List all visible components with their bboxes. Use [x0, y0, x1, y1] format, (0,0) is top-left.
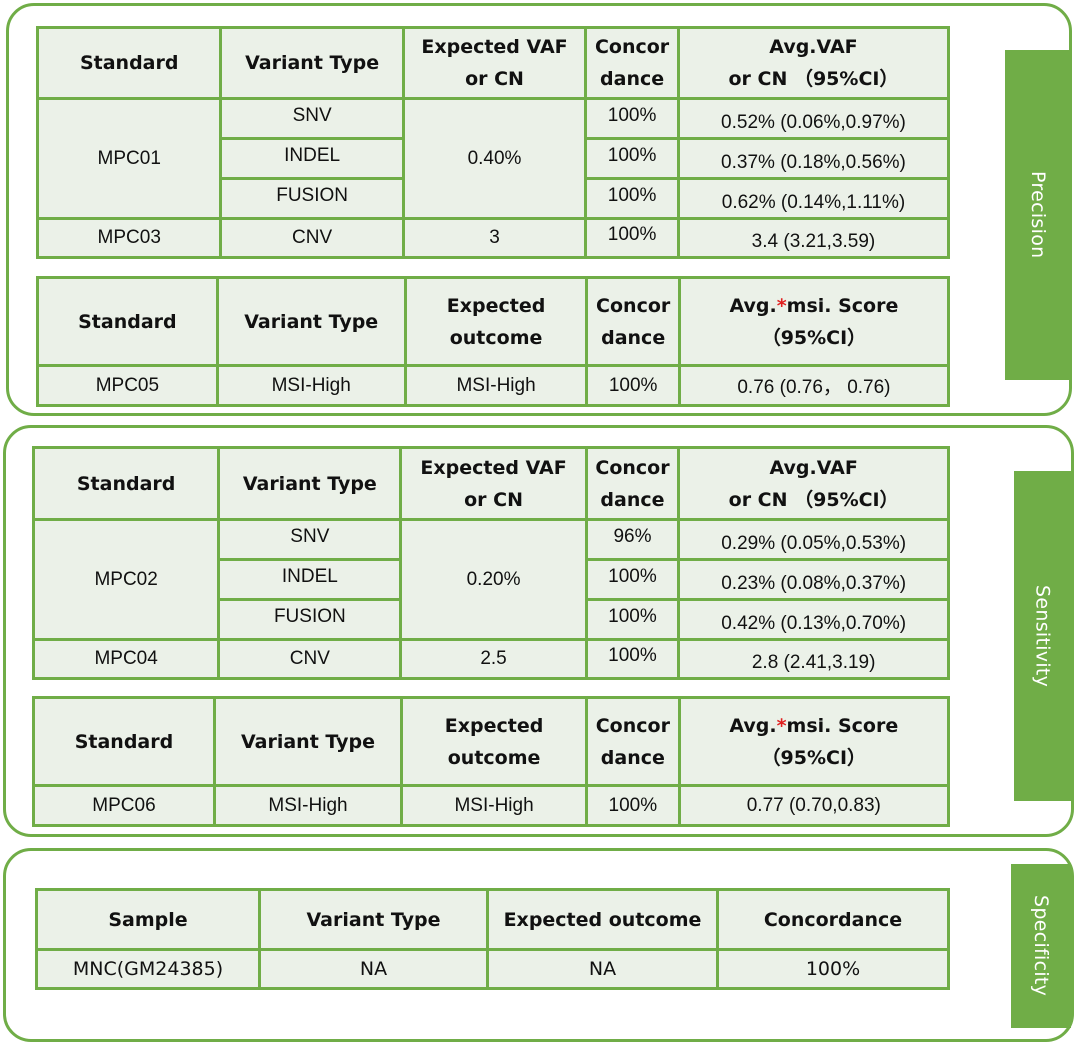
header-concordance: Concordance — [585, 696, 681, 787]
specificity-table: Sample Variant Type Expected outcome Con… — [35, 888, 950, 990]
cell-variant-type: INDEL — [219, 137, 405, 180]
cell-avg: 0.23% (0.08%,0.37%) — [677, 558, 950, 601]
cell-avg: 2.8 (2.41,3.19) — [677, 638, 950, 680]
header-sample: Sample — [35, 888, 261, 951]
sensitivity-section-tab: Sensitivity — [1014, 471, 1071, 801]
header-standard: Standard — [32, 696, 216, 787]
cell-concordance: 100% — [584, 137, 680, 180]
cell-concordance: 100% — [584, 638, 681, 680]
cell-avg: 0.52% (0.06%,0.97%) — [676, 97, 951, 140]
cell-concordance: 100% — [585, 784, 681, 827]
table-row: MPC03 CNV 3 100% 3.4 (3.21,3.59) — [35, 217, 951, 259]
header-standard: Standard — [36, 276, 219, 367]
cell-avg: 3.4 (3.21,3.59) — [676, 217, 951, 259]
header-expected: Expected VAF or CN — [401, 26, 588, 100]
cell-avg: 0.76 (0.76， 0.76) — [677, 364, 951, 407]
cell-concordance: 100% — [584, 558, 681, 601]
cell-avg: 0.42% (0.13%,0.70%) — [677, 598, 950, 641]
header-avg-vaf: Avg.VAF or CN （95%CI） — [676, 26, 951, 100]
table-row: MPC04 CNV 2.5 100% 2.8 (2.41,3.19) — [31, 638, 950, 680]
cell-concordance: 96% — [584, 518, 681, 561]
cell-avg: 0.29% (0.05%,0.53%) — [677, 518, 950, 561]
header-concordance: Concordance — [584, 26, 680, 100]
table-row: MPC05 MSI-High MSI-High 100% 0.76 (0.76，… — [36, 364, 951, 407]
cell-variant-type: SNV — [219, 97, 405, 140]
cell-avg: 0.62% (0.14%,1.11%) — [676, 177, 951, 220]
cell-concordance: 100% — [584, 177, 680, 220]
cell-expected: MSI-High — [403, 364, 589, 407]
cell-concordance: 100% — [716, 948, 950, 990]
table-row: MNC(GM24385) NA NA 100% — [35, 948, 950, 990]
table-row: MPC01 SNV 0.40% 100% 0.52% (0.06%,0.97%) — [35, 97, 951, 220]
header-expected: Expected outcome — [486, 888, 719, 951]
cell-variant-type: SNV — [217, 518, 403, 561]
cell-standard: MPC03 — [35, 217, 223, 259]
header-avg-msi: Avg.*msi. Score （95%CI） — [677, 696, 951, 787]
header-avg-vaf: Avg.VAF or CN （95%CI） — [677, 446, 950, 521]
table-header-row: Standard Variant Type Expected VAF or CN … — [35, 26, 951, 100]
cell-expected: MSI-High — [400, 784, 589, 827]
cell-sample: MNC(GM24385) — [35, 948, 261, 990]
header-concordance: Concordance — [585, 276, 681, 367]
cell-variant-type: CNV — [219, 217, 405, 259]
asterisk-icon: * — [776, 294, 787, 317]
table-header-row: Standard Variant Type Expected outcome Co… — [36, 276, 951, 367]
table-header-row: Standard Variant Type Expected outcome Co… — [32, 696, 951, 787]
precision-label: Precision — [1027, 171, 1049, 259]
precision-vaf-table: Standard Variant Type Expected VAF or CN … — [35, 26, 951, 259]
header-avg-msi: Avg.*msi. Score （95%CI） — [677, 276, 951, 367]
table-row: MPC06 MSI-High MSI-High 100% 0.77 (0.70,… — [32, 784, 951, 827]
header-variant-type: Variant Type — [217, 446, 403, 521]
asterisk-icon: * — [776, 714, 787, 737]
table-header-row: Standard Variant Type Expected VAF or CN … — [31, 446, 950, 521]
cell-expected: 2.5 — [399, 638, 588, 680]
header-variant-type: Variant Type — [219, 26, 405, 100]
cell-expected: 0.40% — [401, 97, 588, 220]
cell-variant-type: INDEL — [217, 558, 403, 601]
precision-msi-table: Standard Variant Type Expected outcome Co… — [36, 276, 951, 407]
header-expected: Expected VAF or CN — [399, 446, 588, 521]
header-variant-type: Variant Type — [258, 888, 489, 951]
table-header-row: Sample Variant Type Expected outcome Con… — [35, 888, 950, 951]
table-row: MPC02 SNV 0.20% 96% 0.29% (0.05%,0.53%) — [31, 518, 950, 641]
cell-avg: 0.37% (0.18%,0.56%) — [676, 137, 951, 180]
cell-standard: MPC04 — [31, 638, 221, 680]
cell-standard: MPC06 — [32, 784, 216, 827]
cell-concordance: 100% — [584, 598, 681, 641]
cell-variant-type: FUSION — [219, 177, 405, 220]
cell-standard: MPC05 — [36, 364, 219, 407]
sensitivity-msi-table: Standard Variant Type Expected outcome Co… — [32, 696, 951, 827]
cell-variant-type: NA — [258, 948, 489, 990]
cell-expected: 0.20% — [399, 518, 588, 641]
specificity-label: Specificity — [1030, 895, 1052, 997]
cell-expected: 3 — [401, 217, 588, 259]
cell-standard: MPC02 — [31, 518, 221, 641]
cell-variant-type: MSI-High — [215, 364, 407, 407]
header-concordance: Concordance — [716, 888, 950, 951]
cell-concordance: 100% — [584, 97, 680, 140]
sensitivity-vaf-table: Standard Variant Type Expected VAF or CN … — [31, 446, 950, 680]
precision-section-tab: Precision — [1005, 50, 1071, 380]
header-variant-type: Variant Type — [212, 696, 404, 787]
cell-avg: 0.77 (0.70,0.83) — [677, 784, 951, 827]
cell-variant-type: FUSION — [217, 598, 403, 641]
cell-standard: MPC01 — [35, 97, 223, 220]
cell-expected: NA — [486, 948, 719, 990]
cell-variant-type: MSI-High — [212, 784, 404, 827]
specificity-section-tab: Specificity — [1011, 864, 1071, 1028]
header-concordance: Concordance — [584, 446, 681, 521]
cell-concordance: 100% — [584, 217, 680, 259]
header-expected: Expected outcome — [400, 696, 589, 787]
header-variant-type: Variant Type — [215, 276, 407, 367]
sensitivity-label: Sensitivity — [1031, 584, 1054, 688]
cell-concordance: 100% — [585, 364, 681, 407]
cell-variant-type: CNV — [217, 638, 403, 680]
header-expected: Expected outcome — [403, 276, 589, 367]
header-standard: Standard — [35, 26, 223, 100]
header-standard: Standard — [31, 446, 221, 521]
